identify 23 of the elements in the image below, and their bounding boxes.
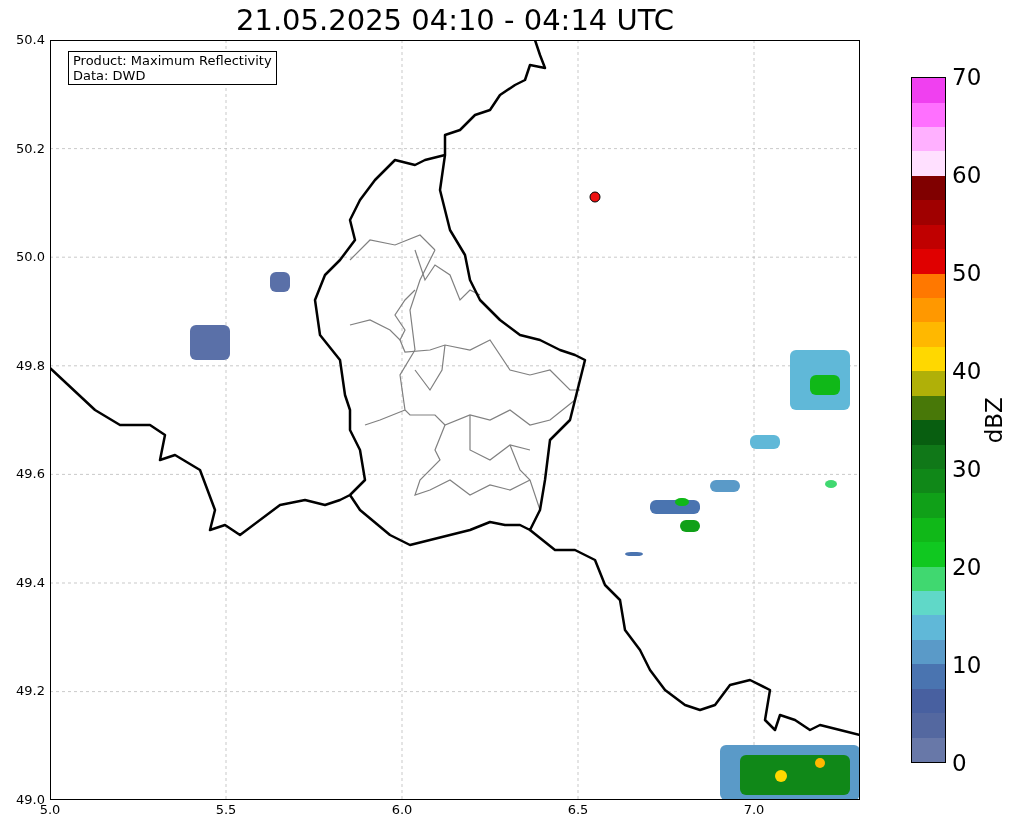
x-tick-label: 6.5 bbox=[566, 802, 590, 818]
y-tick-label: 49.8 bbox=[16, 357, 45, 374]
chart-title: 21.05.2025 04:10 - 04:14 UTC bbox=[236, 3, 674, 37]
colorbar-tick-label: 20 bbox=[952, 553, 982, 581]
y-tick-label: 49.4 bbox=[16, 574, 45, 591]
colorbar-tick-label: 60 bbox=[952, 161, 982, 189]
x-tick-label: 5.5 bbox=[214, 802, 238, 818]
y-tick-label: 50.4 bbox=[16, 32, 45, 48]
colorbar-tick-label: 70 bbox=[952, 63, 982, 91]
y-tick-label: 49.2 bbox=[16, 683, 45, 700]
legend-text: Product: Maximum Reflectivity bbox=[73, 53, 272, 68]
colorbar-tick-label: 10 bbox=[952, 651, 982, 679]
y-tick-label: 50.2 bbox=[16, 140, 45, 157]
colorbar-tick-label: 0 bbox=[952, 749, 968, 777]
colorbar-tick-label: 30 bbox=[952, 455, 982, 483]
legend-text: Data: DWD bbox=[73, 68, 147, 83]
y-tick-label: 50.0 bbox=[16, 249, 45, 266]
x-tick-label: 6.0 bbox=[390, 802, 414, 818]
colorbar-tick-label: 50 bbox=[952, 259, 982, 287]
colorbar-tick-label: 40 bbox=[952, 357, 982, 385]
colorbar-label: dBZ bbox=[980, 396, 1009, 444]
y-tick-label: 49.6 bbox=[16, 466, 45, 483]
x-tick-label: 7.0 bbox=[742, 802, 766, 818]
